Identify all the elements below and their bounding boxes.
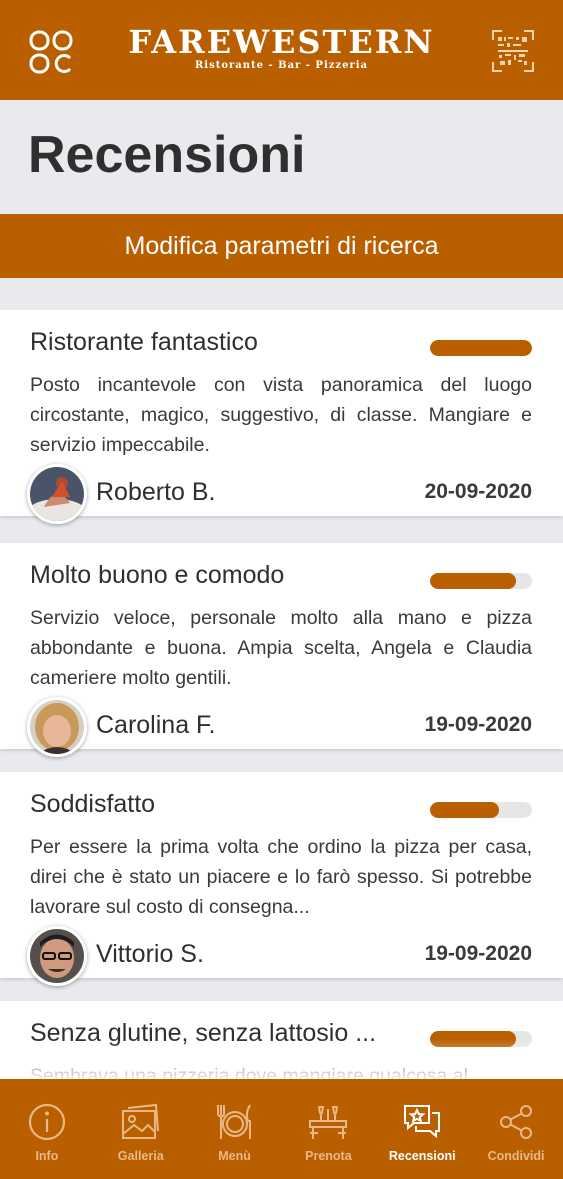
tab-label: Info [35,1149,59,1163]
rating-bar [430,340,532,356]
tab-label: Recensioni [388,1149,456,1163]
rating-bar-fill [430,1031,516,1047]
review-text: Posto incantevole con vista panoramica d… [30,374,532,456]
rating-bar [430,573,532,589]
tab-label: Menù [218,1149,251,1163]
review-card[interactable]: Senza glutine, senza lattosio ... Sembra… [0,1001,563,1079]
rating-bar-fill [430,340,532,356]
page-title: Recensioni [28,126,306,184]
tab-label: Prenota [305,1149,352,1163]
review-card[interactable]: Soddisfatto Per essere la prima volta ch… [0,772,563,986]
reviews-icon [404,1105,441,1139]
bottom-tab-bar: Info Galleria Menù Prenota Recensioni Co… [0,1079,563,1179]
review-date: 19-09-2020 [424,942,532,965]
share-icon [500,1105,533,1139]
review-text: Servizio veloce, personale molto alla ma… [30,607,532,689]
review-title: Ristorante fantastico [30,328,258,356]
review-date: 19-09-2020 [424,713,532,736]
table-booking-icon [309,1106,348,1139]
review-card[interactable]: Molto buono e comodo Servizio veloce, pe… [0,543,563,757]
review-text: Sembrava una pizzeria dove mangiare qual… [30,1065,468,1079]
tab-share[interactable]: Condividi [469,1079,563,1179]
review-author: Carolina F. [96,711,216,739]
review-title: Soddisfatto [30,790,156,818]
rating-bar [430,802,532,818]
avatar [27,926,87,986]
logo-name: FAREWESTERN [128,23,435,61]
avatar [27,697,87,757]
tab-label: Condividi [487,1149,545,1163]
tab-info[interactable]: Info [0,1079,94,1179]
app-header: FAREWESTERN Ristorante - Bar - Pizzeria [0,0,563,100]
review-card[interactable]: Ristorante fantastico Posto incantevole … [0,310,563,524]
avatar [27,464,87,524]
tab-label: Galleria [117,1149,164,1163]
tab-menu[interactable]: Menù [188,1079,282,1179]
review-author: Vittorio S. [96,940,204,968]
tab-gallery[interactable]: Galleria [94,1079,188,1179]
gallery-icon [121,1103,159,1139]
review-title: Senza glutine, senza lattosio ... [30,1019,377,1047]
tab-booking[interactable]: Prenota [281,1079,375,1179]
review-author: Roberto B. [96,478,216,506]
logo-subtitle: Ristorante - Bar - Pizzeria [194,60,369,71]
qr-code-icon[interactable] [492,30,534,72]
review-title: Molto buono e comodo [30,561,285,589]
edit-search-parameters-button[interactable]: Modifica parametri di ricerca [0,214,563,278]
info-icon [28,1103,66,1141]
plate-cutlery-icon [216,1104,251,1139]
rating-bar [430,1031,532,1047]
review-date: 20-09-2020 [424,480,532,503]
rating-bar-fill [430,802,500,818]
rating-bar-fill [430,573,516,589]
app-logo: FAREWESTERN Ristorante - Bar - Pizzeria [0,24,563,72]
review-text: Per essere la prima volta che ordino la … [30,836,532,918]
tab-reviews[interactable]: Recensioni [375,1079,469,1179]
reviews-list[interactable]: Ristorante fantastico Posto incantevole … [0,310,563,1079]
